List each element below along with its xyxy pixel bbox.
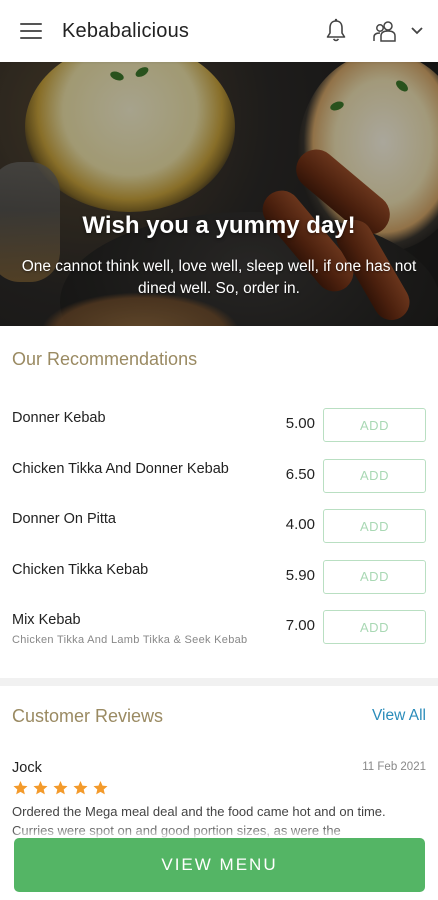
hero-title: Wish you a yummy day! — [82, 212, 356, 239]
item-price: 5.90 — [285, 566, 315, 584]
star-icon — [73, 781, 88, 795]
item-price: 7.00 — [285, 617, 315, 634]
review-date: 11 Feb 2021 — [362, 761, 426, 773]
hero-banner: Wish you a yummy day! One cannot think w… — [0, 62, 438, 326]
header-actions — [324, 18, 424, 44]
item-price: 6.50 — [285, 465, 315, 483]
add-button[interactable]: ADD — [323, 559, 426, 594]
add-button[interactable]: ADD — [323, 610, 426, 644]
item-name: Donner On Pitta — [12, 511, 116, 527]
hamburger-menu-icon[interactable] — [20, 23, 42, 39]
item-name: Chicken Tikka Kebab — [12, 561, 149, 578]
item-name: Donner Kebab — [12, 410, 106, 426]
list-item: Chicken Tikka Kebab 5.90 ADD — [0, 554, 438, 605]
view-menu-button[interactable]: VIEW MENU — [14, 838, 425, 892]
star-icon — [13, 781, 28, 795]
account-menu-button[interactable] — [372, 19, 424, 43]
bell-icon[interactable] — [324, 18, 348, 44]
item-name: Mix Kebab — [12, 612, 81, 628]
add-button[interactable]: ADD — [323, 509, 426, 543]
section-divider — [0, 678, 438, 686]
item-price: 4.00 — [285, 516, 315, 533]
item-price: 5.00 — [285, 415, 315, 432]
reviews-heading: Customer Reviews — [12, 706, 164, 726]
list-item: Donner Kebab 5.00 ADD — [0, 402, 438, 453]
add-button[interactable]: ADD — [323, 408, 426, 442]
list-item: Mix Kebab Chicken Tikka And Lamb Tikka &… — [0, 604, 438, 655]
star-icon — [53, 781, 68, 795]
list-item: Chicken Tikka And Donner Kebab 6.50 ADD — [0, 453, 438, 504]
item-description: Chicken Tikka And Lamb Tikka & Seek Keba… — [12, 634, 248, 646]
recommendations-list: Donner Kebab 5.00 ADD Chicken Tikka And … — [0, 402, 438, 655]
review-card: Jock 11 Feb 2021 Ordered the Mega meal d… — [12, 760, 426, 840]
recommendations-heading: Our Recommendations — [12, 349, 198, 369]
list-item: Donner On Pitta 4.00 ADD — [0, 503, 438, 554]
user-group-icon — [373, 21, 396, 42]
star-rating — [12, 780, 426, 796]
star-icon — [33, 781, 48, 795]
app-header: Kebabalicious — [0, 0, 438, 62]
chevron-down-icon — [411, 27, 423, 35]
review-text: Ordered the Mega meal deal and the food … — [12, 804, 386, 838]
star-icon — [93, 781, 108, 795]
app-title: Kebabalicious — [62, 19, 190, 42]
item-name: Chicken Tikka And Donner Kebab — [12, 460, 229, 477]
add-button[interactable]: ADD — [323, 458, 426, 493]
hero-subtitle: One cannot think well, love well, sleep … — [21, 258, 417, 297]
view-all-link[interactable]: View All — [372, 707, 426, 725]
